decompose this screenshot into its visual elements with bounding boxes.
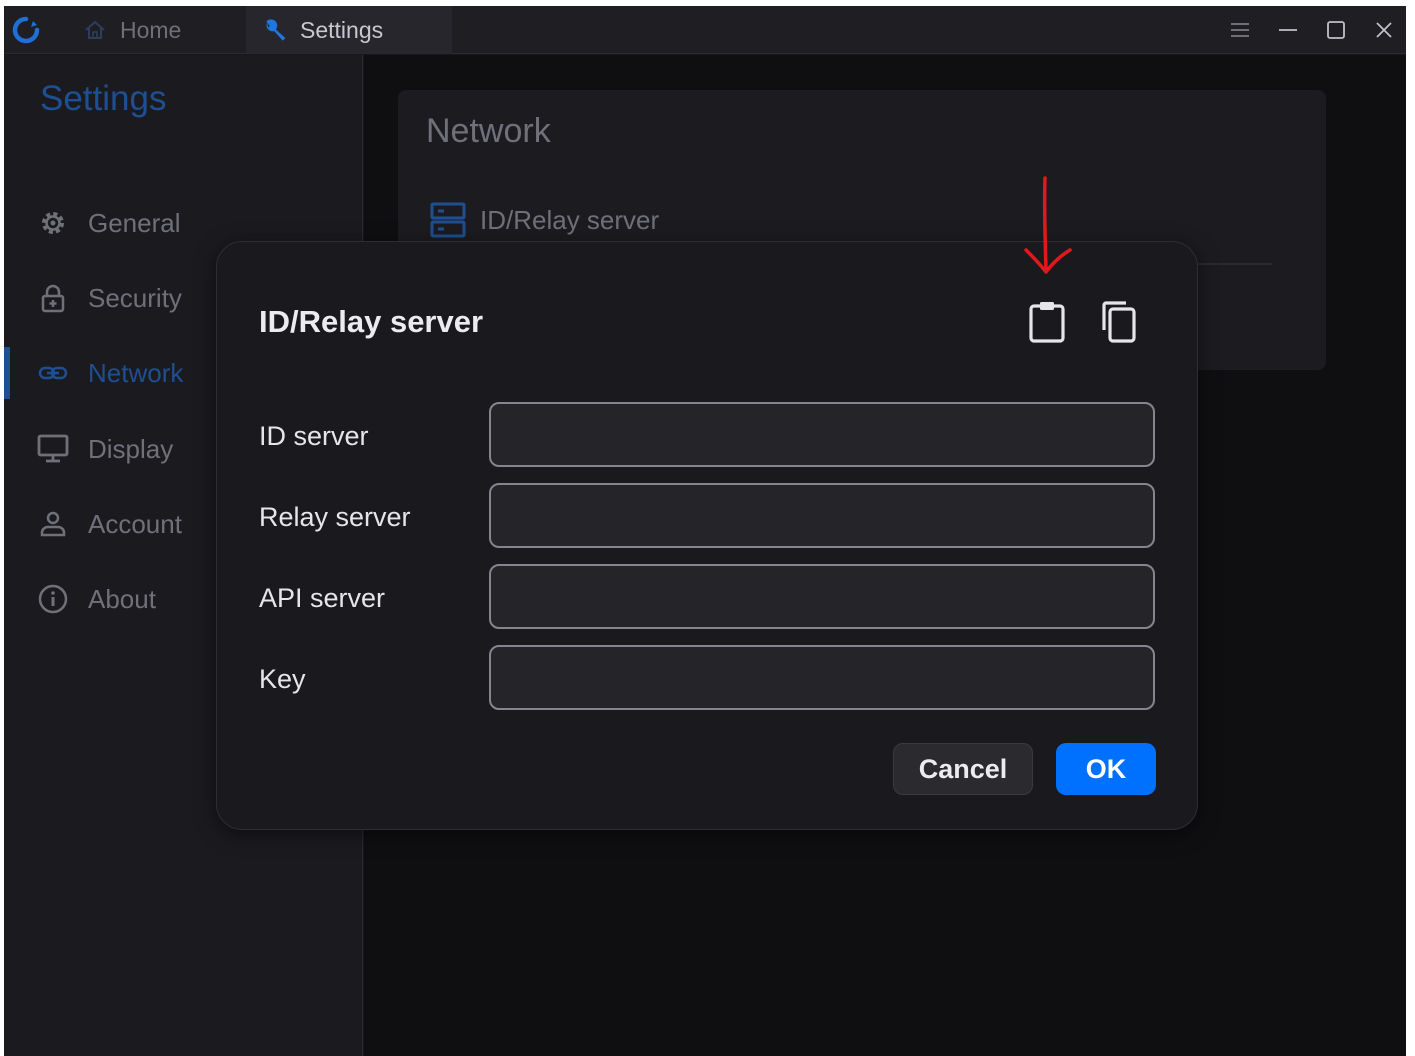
ok-button[interactable]: OK: [1056, 743, 1156, 795]
api-server-label: API server: [259, 583, 386, 613]
dialog-title: ID/Relay server: [259, 304, 484, 339]
clipboard-icon[interactable]: [1026, 299, 1068, 345]
wrench-icon: [262, 17, 288, 43]
sidebar-item-label: About: [88, 583, 156, 614]
title-bar: Home Settings: [4, 6, 1406, 54]
sidebar-item-label: General: [88, 207, 181, 238]
id-relay-server-item[interactable]: ID/Relay server: [430, 202, 659, 238]
lock-icon: [36, 281, 70, 315]
key-input[interactable]: [489, 645, 1155, 710]
tab-settings[interactable]: Settings: [246, 6, 452, 54]
panel-item-label: ID/Relay server: [480, 204, 660, 235]
panel-title: Network: [426, 112, 551, 150]
api-server-input[interactable]: [489, 564, 1155, 629]
monitor-icon: [36, 432, 70, 466]
sidebar-item-label: Account: [88, 508, 182, 539]
app-window: Home Settings Settings General Security …: [4, 6, 1406, 1056]
sidebar-item-label: Network: [88, 357, 184, 388]
cancel-button[interactable]: Cancel: [893, 743, 1033, 795]
tab-settings-label: Settings: [300, 16, 384, 43]
tab-home-label: Home: [120, 16, 182, 43]
id-relay-dialog: ID/Relay server ID server Relay server A…: [216, 241, 1198, 830]
copy-icon[interactable]: [1097, 299, 1139, 345]
id-server-input[interactable]: [489, 402, 1155, 467]
home-icon: [82, 17, 108, 43]
relay-server-input[interactable]: [489, 483, 1155, 548]
tab-home[interactable]: Home: [50, 6, 246, 54]
sidebar-title: Settings: [40, 79, 167, 118]
maximize-icon[interactable]: [1322, 16, 1350, 44]
gear-icon: [36, 206, 70, 240]
link-icon: [36, 356, 70, 390]
sidebar-item-label: Display: [88, 433, 174, 464]
info-icon: [36, 582, 70, 616]
relay-server-label: Relay server: [259, 502, 411, 532]
close-icon[interactable]: [1370, 16, 1398, 44]
id-server-label: ID server: [259, 421, 369, 451]
key-label: Key: [259, 664, 306, 694]
sidebar-item-label: Security: [88, 282, 182, 313]
red-arrow-annotation: [1020, 176, 1076, 286]
minimize-icon[interactable]: [1274, 16, 1302, 44]
app-logo: [12, 16, 40, 44]
menu-icon[interactable]: [1226, 16, 1254, 44]
user-icon: [36, 507, 70, 541]
server-icon: [430, 202, 466, 238]
